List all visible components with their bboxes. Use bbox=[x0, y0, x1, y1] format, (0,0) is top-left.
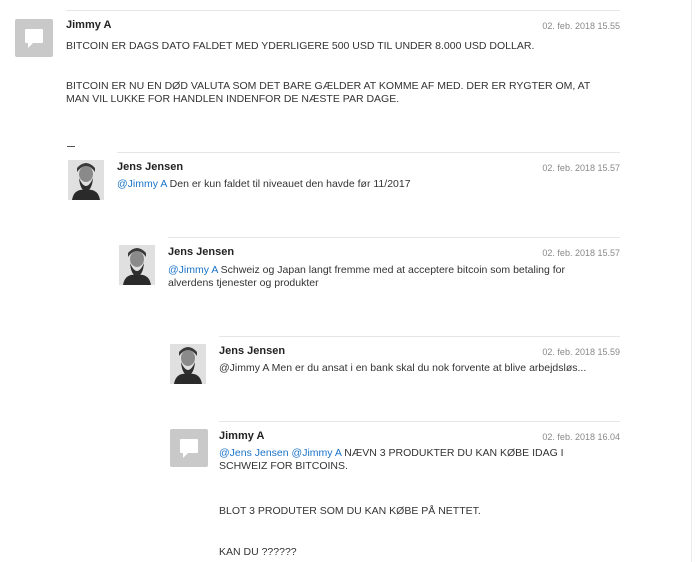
avatar bbox=[68, 160, 104, 200]
comment-author[interactable]: Jens Jensen bbox=[219, 345, 285, 357]
comment-text: @Jimmy A Schweiz og Japan langt fremme m… bbox=[168, 264, 566, 289]
comment-author[interactable]: Jens Jensen bbox=[117, 161, 183, 173]
avatar bbox=[170, 344, 206, 384]
comment-date: 02. feb. 2018 15.55 bbox=[542, 21, 620, 31]
comment-text: BITCOIN ER DAGS DATO FALDET MED YDERLIGE… bbox=[66, 40, 535, 52]
mention-link[interactable]: @Jens Jensen @Jimmy A bbox=[219, 447, 341, 459]
speech-bubble-icon bbox=[170, 429, 208, 467]
scroll-edge bbox=[691, 0, 692, 562]
comment-divider bbox=[219, 421, 620, 422]
mention-link[interactable]: @Jimmy A bbox=[168, 264, 218, 276]
comment-text: BLOT 3 PRODUTER SOM DU KAN KØBE PÅ NETTE… bbox=[219, 505, 481, 517]
comment-author[interactable]: Jimmy A bbox=[219, 430, 264, 442]
comment-date: 02. feb. 2018 15.57 bbox=[542, 163, 620, 173]
comment-date: 02. feb. 2018 15.59 bbox=[542, 347, 620, 357]
comment-divider bbox=[117, 152, 620, 153]
comment-divider bbox=[219, 336, 620, 337]
avatar bbox=[119, 245, 155, 285]
comment-text: @Jimmy A Men er du ansat i en bank skal … bbox=[219, 362, 587, 374]
comment-text: BITCOIN ER NU EN DØD VALUTA SOM DET BARE… bbox=[66, 80, 591, 105]
comment-author[interactable]: Jimmy A bbox=[66, 19, 111, 31]
comment-date: 02. feb. 2018 15.57 bbox=[542, 248, 620, 258]
comment-divider bbox=[168, 237, 620, 238]
comment-divider bbox=[66, 10, 620, 11]
comment-text: @Jens Jensen @Jimmy A NÆVN 3 PRODUKTER D… bbox=[219, 447, 564, 472]
comment-date: 02. feb. 2018 16.04 bbox=[542, 432, 620, 442]
comment-author[interactable]: Jens Jensen bbox=[168, 246, 234, 258]
comment-text: @Jimmy A Den er kun faldet til niveauet … bbox=[117, 178, 411, 190]
mention-link[interactable]: @Jimmy A bbox=[117, 178, 167, 190]
collapse-toggle[interactable] bbox=[67, 146, 75, 147]
comment-text: KAN DU ?????? bbox=[219, 546, 297, 558]
speech-bubble-icon bbox=[15, 19, 53, 57]
